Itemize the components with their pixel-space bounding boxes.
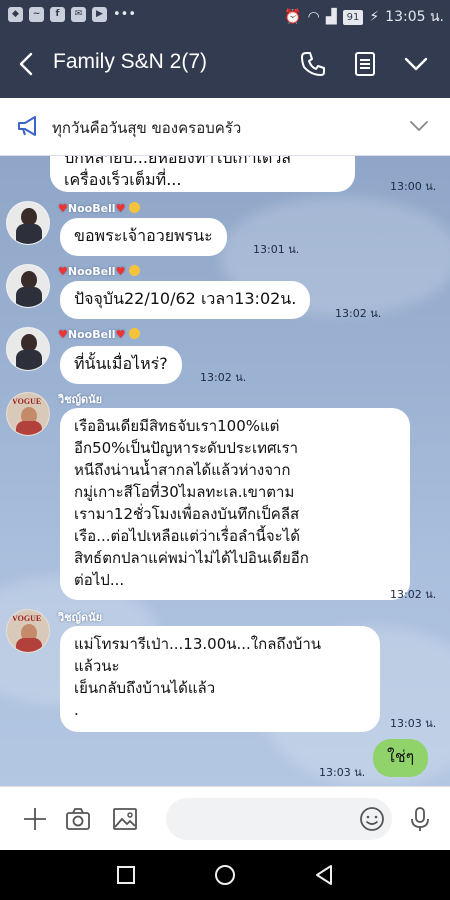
sender-name: วิชญ์ดนัย — [58, 393, 103, 406]
notes-icon[interactable] — [349, 48, 381, 80]
expand-chevron-icon[interactable] — [408, 116, 430, 136]
message-bubble[interactable]: เรืออินเดียมีสิทธจับเรา100%แต่ อีก50%เป็… — [60, 408, 410, 600]
microphone-icon[interactable] — [406, 805, 434, 833]
clock: 13:05 น. — [385, 9, 444, 25]
avatar[interactable]: VOGUE — [6, 609, 50, 653]
sender-label: NooBell — [67, 328, 116, 341]
avatar[interactable] — [6, 264, 50, 308]
status-bar: ◆ ~ f ✉ ▶ ••• ⏰ ◠ ▟ 91 ⚡ 13:05 น. — [0, 0, 450, 30]
megaphone-icon — [18, 116, 36, 136]
more-notifications-icon: ••• — [113, 7, 137, 22]
message-bubble[interactable]: ที่นั้นเมื่อไหร่? — [60, 346, 182, 384]
message-time: 13:00 น. — [390, 180, 437, 193]
sender-name: ♥NooBell♥ — [58, 202, 141, 215]
emoji-icon[interactable] — [358, 805, 386, 833]
announcement-bar[interactable]: ทุกวันคือวันสุข ของครอบครัว — [0, 98, 450, 156]
chevron-down-icon[interactable] — [400, 48, 432, 80]
message-bubble[interactable]: แม่โทรมารีเป่า...13.00น...ใกลถึงบ้าน แล้… — [60, 626, 380, 732]
back-arrow-icon[interactable] — [14, 50, 38, 78]
messenger-notification-icon: ~ — [29, 7, 44, 22]
battery-level: 91 — [342, 9, 364, 25]
plus-icon[interactable] — [21, 805, 49, 833]
chat-title: Family S&N 2(7) — [53, 50, 208, 73]
system-navigation-bar — [0, 850, 450, 900]
own-message-bubble[interactable]: ใช่ๆ — [373, 739, 429, 777]
play-notification-icon: ▶ — [92, 7, 107, 22]
smile-emoji-icon — [129, 202, 141, 213]
smile-emoji-icon — [129, 328, 141, 339]
wifi-icon: ◠ — [307, 9, 320, 25]
heart-emoji-icon: ♥ — [58, 265, 68, 278]
alarm-icon: ⏰ — [284, 9, 302, 25]
sender-name: ♥NooBell♥ — [58, 265, 141, 278]
avatar[interactable] — [6, 201, 50, 245]
sender-name: วิชญ์ดนัย — [58, 611, 103, 624]
heart-emoji-icon: ♥ — [115, 265, 126, 278]
signal-icon: ▟ — [325, 9, 337, 25]
smile-emoji-icon — [129, 265, 141, 276]
facebook-notification-icon: f — [50, 7, 65, 22]
heart-emoji-icon: ♥ — [58, 328, 68, 341]
email-notification-icon: ✉ — [71, 7, 86, 22]
message-bubble[interactable]: ปัจจุบัน22/10/62 เวลา13:02น. — [60, 281, 311, 319]
message-time: 13:03 น. — [390, 717, 437, 730]
message-bubble[interactable]: ขอพระเจ้าอวยพรนะ — [60, 218, 227, 256]
back-nav-icon[interactable] — [312, 863, 336, 887]
message-time: 13:02 น. — [335, 307, 382, 320]
charging-icon: ⚡ — [369, 9, 380, 25]
sender-name: ♥NooBell♥ — [58, 328, 141, 341]
heart-emoji-icon: ♥ — [115, 202, 126, 215]
avatar[interactable]: VOGUE — [6, 392, 50, 436]
chat-area[interactable]: ปีกหลายปี...ยี่ห้อยังทำไปเก่าเดวิส เครื่… — [0, 156, 450, 786]
camera-icon[interactable] — [64, 805, 92, 833]
heart-emoji-icon: ♥ — [58, 202, 68, 215]
phone-call-icon[interactable] — [297, 48, 329, 80]
shield-notification-icon: ◆ — [8, 7, 23, 22]
message-bubble[interactable]: ปีกหลายปี...ยี่ห้อยังทำไปเก่าเดวิส เครื่… — [50, 156, 355, 192]
image-gallery-icon[interactable] — [111, 805, 139, 833]
message-time: 13:03 น. — [319, 766, 366, 779]
home-icon[interactable] — [213, 863, 237, 887]
announcement-text: ทุกวันคือวันสุข ของครอบครัว — [52, 119, 242, 137]
avatar[interactable] — [6, 327, 50, 371]
recent-apps-icon[interactable] — [114, 863, 138, 887]
message-time: 13:01 น. — [253, 243, 300, 256]
message-time: 13:02 น. — [200, 371, 247, 384]
message-time: 13:02 น. — [390, 588, 437, 601]
message-input-bar — [0, 786, 450, 850]
chat-header: Family S&N 2(7) — [0, 30, 450, 98]
sender-label: NooBell — [67, 202, 116, 215]
heart-emoji-icon: ♥ — [115, 328, 126, 341]
sender-label: NooBell — [67, 265, 116, 278]
